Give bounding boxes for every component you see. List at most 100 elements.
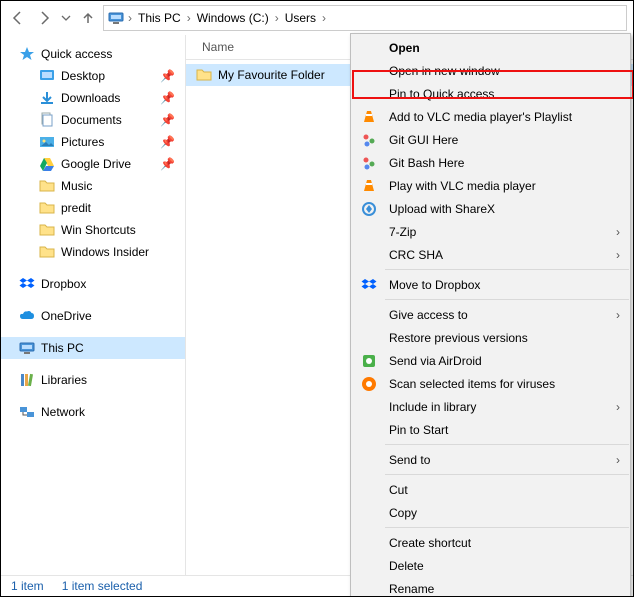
ctx-separator <box>385 474 629 475</box>
sidebar-item-google-drive[interactable]: Google Drive 📌 <box>1 153 185 175</box>
thispc-icon <box>106 10 126 26</box>
ctx-label: Play with VLC media player <box>389 179 536 193</box>
chevron-right-icon: › <box>320 11 328 25</box>
ctx-label: Rename <box>389 582 434 596</box>
git-icon <box>361 155 377 171</box>
forward-button[interactable] <box>33 7 55 29</box>
folder-icon <box>196 67 212 83</box>
breadcrumb-item[interactable]: Users <box>281 6 320 30</box>
ctx-cut[interactable]: Cut <box>351 478 630 501</box>
sidebar-item-this-pc[interactable]: This PC <box>1 337 185 359</box>
ctx-label: Restore previous versions <box>389 331 528 345</box>
nav-label: Google Drive <box>61 157 131 171</box>
ctx-restore-previous[interactable]: Restore previous versions <box>351 326 630 349</box>
sidebar-item-dropbox[interactable]: Dropbox <box>1 273 185 295</box>
status-item-count: 1 item <box>11 579 44 593</box>
sidebar-item-downloads[interactable]: Downloads 📌 <box>1 87 185 109</box>
documents-icon <box>39 112 55 128</box>
sidebar-item-pictures[interactable]: Pictures 📌 <box>1 131 185 153</box>
ctx-copy[interactable]: Copy <box>351 501 630 524</box>
file-name: My Favourite Folder <box>218 68 325 82</box>
folder-icon <box>39 244 55 260</box>
navigation-pane: Quick access Desktop 📌 Downloads 📌 Docum… <box>1 35 186 576</box>
chevron-right-icon: › <box>616 248 620 262</box>
nav-label: OneDrive <box>41 309 92 323</box>
ctx-label: Include in library <box>389 400 476 414</box>
ctx-include-in-library[interactable]: Include in library › <box>351 395 630 418</box>
ctx-sharex[interactable]: Upload with ShareX <box>351 197 630 220</box>
ctx-label: Scan selected items for viruses <box>389 377 555 391</box>
sharex-icon <box>361 201 377 217</box>
ctx-label: Upload with ShareX <box>389 202 495 216</box>
nav-label: Win Shortcuts <box>61 223 136 237</box>
sidebar-item-libraries[interactable]: Libraries <box>1 369 185 391</box>
ctx-label: Send to <box>389 453 430 467</box>
desktop-icon <box>39 68 55 84</box>
column-label: Name <box>202 40 234 54</box>
sidebar-item-music[interactable]: Music <box>1 175 185 197</box>
quick-access[interactable]: Quick access <box>1 43 185 65</box>
folder-icon <box>39 222 55 238</box>
chevron-right-icon: › <box>616 308 620 322</box>
ctx-label: Git GUI Here <box>389 133 458 147</box>
ctx-move-to-dropbox[interactable]: Move to Dropbox <box>351 273 630 296</box>
breadcrumb-item[interactable]: This PC <box>134 6 185 30</box>
ctx-label: 7-Zip <box>389 225 416 239</box>
sidebar-item-documents[interactable]: Documents 📌 <box>1 109 185 131</box>
ctx-send-to[interactable]: Send to › <box>351 448 630 471</box>
nav-label: This PC <box>41 341 84 355</box>
git-icon <box>361 132 377 148</box>
chevron-right-icon: › <box>185 11 193 25</box>
pin-icon: 📌 <box>160 113 175 127</box>
sidebar-item-network[interactable]: Network <box>1 401 185 423</box>
ctx-scan-viruses[interactable]: Scan selected items for viruses <box>351 372 630 395</box>
breadcrumb[interactable]: › This PC › Windows (C:) › Users › <box>103 5 627 31</box>
ctx-label: Copy <box>389 506 417 520</box>
ctx-rename[interactable]: Rename <box>351 577 630 597</box>
vlc-icon <box>361 178 377 194</box>
nav-label: Pictures <box>61 135 104 149</box>
ctx-label: Cut <box>389 483 408 497</box>
recent-locations-button[interactable] <box>59 7 73 29</box>
ctx-create-shortcut[interactable]: Create shortcut <box>351 531 630 554</box>
pin-icon: 📌 <box>160 69 175 83</box>
up-button[interactable] <box>77 7 99 29</box>
google-drive-icon <box>39 156 55 172</box>
ctx-give-access-to[interactable]: Give access to › <box>351 303 630 326</box>
ctx-pin-to-start[interactable]: Pin to Start <box>351 418 630 441</box>
ctx-delete[interactable]: Delete <box>351 554 630 577</box>
ctx-separator <box>385 299 629 300</box>
ctx-send-airdroid[interactable]: Send via AirDroid <box>351 349 630 372</box>
breadcrumb-item[interactable]: Windows (C:) <box>193 6 273 30</box>
ctx-label: Pin to Start <box>389 423 448 437</box>
sidebar-item-desktop[interactable]: Desktop 📌 <box>1 65 185 87</box>
ctx-vlc-play[interactable]: Play with VLC media player <box>351 174 630 197</box>
pictures-icon <box>39 134 55 150</box>
back-button[interactable] <box>7 7 29 29</box>
network-icon <box>19 404 35 420</box>
chevron-right-icon: › <box>616 453 620 467</box>
ctx-git-bash[interactable]: Git Bash Here <box>351 151 630 174</box>
pin-icon: 📌 <box>160 135 175 149</box>
ctx-label: Move to Dropbox <box>389 278 480 292</box>
ctx-vlc-playlist[interactable]: Add to VLC media player's Playlist <box>351 105 630 128</box>
nav-label: Libraries <box>41 373 87 387</box>
sidebar-item-windows-insider[interactable]: Windows Insider <box>1 241 185 263</box>
ctx-separator <box>385 444 629 445</box>
avast-icon <box>361 376 377 392</box>
ctx-git-gui[interactable]: Git GUI Here <box>351 128 630 151</box>
ctx-7zip[interactable]: 7-Zip › <box>351 220 630 243</box>
folder-icon <box>39 178 55 194</box>
sidebar-item-predit[interactable]: predit <box>1 197 185 219</box>
libraries-icon <box>19 372 35 388</box>
ctx-open[interactable]: Open <box>351 36 630 59</box>
ctx-pin-quick-access[interactable]: Pin to Quick access <box>351 82 630 105</box>
ctx-separator <box>385 269 629 270</box>
sidebar-item-onedrive[interactable]: OneDrive <box>1 305 185 327</box>
sidebar-item-win-shortcuts[interactable]: Win Shortcuts <box>1 219 185 241</box>
ctx-crc-sha[interactable]: CRC SHA › <box>351 243 630 266</box>
ctx-label: Give access to <box>389 308 468 322</box>
onedrive-icon <box>19 308 35 324</box>
ctx-label: Open <box>389 41 420 55</box>
ctx-open-new-window[interactable]: Open in new window <box>351 59 630 82</box>
